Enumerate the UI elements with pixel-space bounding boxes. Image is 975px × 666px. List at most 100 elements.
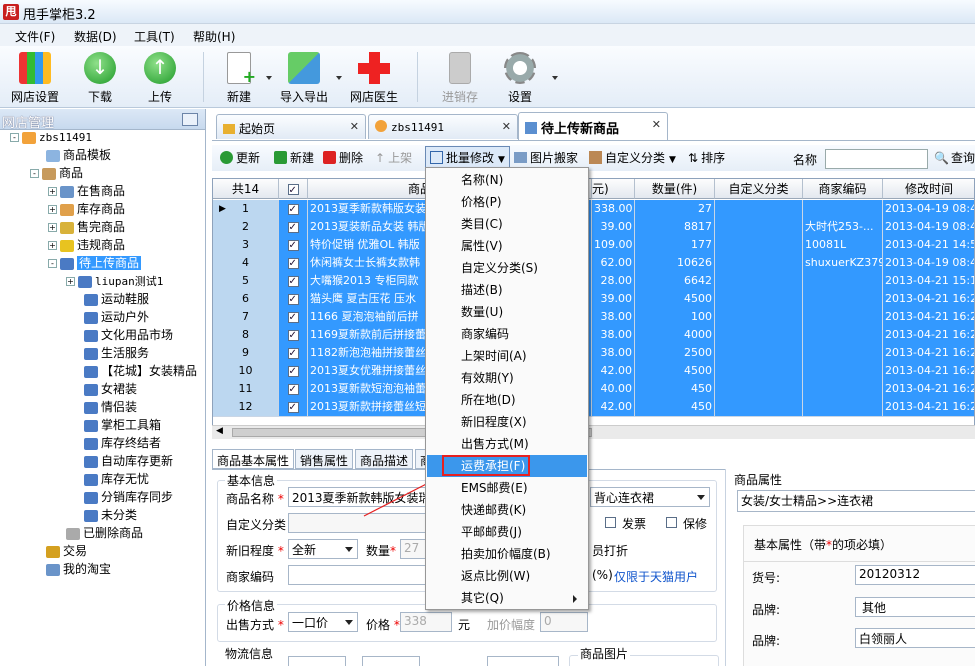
custom-category-cell[interactable] xyxy=(715,218,803,237)
expand-icon[interactable]: + xyxy=(48,187,57,196)
custom-category-cell[interactable] xyxy=(715,290,803,309)
modified-time-cell[interactable]: 2013-04-21 16:24: xyxy=(883,398,974,417)
quantity-cell[interactable]: 6642 xyxy=(635,272,715,291)
row-checkbox[interactable] xyxy=(287,399,299,416)
checkbox-cell[interactable] xyxy=(279,272,308,291)
settings-dropdown-caret[interactable] xyxy=(552,76,558,80)
tree-item[interactable]: 未分类 xyxy=(84,506,137,524)
scroll-left-icon[interactable]: ◀ xyxy=(216,426,223,436)
table-row[interactable]: 3特价促销 优雅OL 韩版109.0017710081L2013-04-21 1… xyxy=(213,236,974,255)
tree-item[interactable]: - 商品 xyxy=(30,164,83,182)
menu-item[interactable]: 其它(Q) xyxy=(427,587,587,609)
merchant-code-cell[interactable] xyxy=(803,272,883,291)
price-input[interactable]: 338 xyxy=(400,612,452,632)
header-modified-time[interactable]: 修改时间 xyxy=(883,179,974,199)
tab-zbs11491[interactable]: zbs11491 ✕ xyxy=(368,114,518,139)
merchant-code-cell[interactable]: shuxuerKZ379 xyxy=(803,254,883,273)
expand-icon[interactable]: + xyxy=(48,241,57,250)
tree-item[interactable]: 分销库存同步 xyxy=(84,488,173,506)
quantity-cell[interactable]: 450 xyxy=(635,398,715,417)
checkbox-cell[interactable] xyxy=(279,254,308,273)
price-cell[interactable]: 38.00 xyxy=(592,308,635,327)
close-icon[interactable]: ✕ xyxy=(502,120,511,133)
row-checkbox[interactable] xyxy=(287,201,299,218)
row-checkbox[interactable] xyxy=(287,273,299,290)
table-row[interactable]: 102013夏女优雅拼接蕾丝42.0045002013-04-21 16:24: xyxy=(213,362,974,381)
merchant-code-cell[interactable] xyxy=(803,398,883,417)
custom-category-cell[interactable] xyxy=(715,398,803,417)
price-cell[interactable]: 39.00 xyxy=(592,218,635,237)
merchant-code-cell[interactable] xyxy=(803,362,883,381)
menu-item[interactable]: 类目(C) xyxy=(427,213,587,235)
table-row[interactable]: 22013夏装新品女装 韩版39.008817大时代253-...2013-04… xyxy=(213,218,974,237)
tree-item[interactable]: 已删除商品 xyxy=(66,524,143,542)
row-number-cell[interactable]: ▶ 1 xyxy=(213,200,279,219)
menu-data[interactable]: 数据(D) xyxy=(74,28,117,45)
row-checkbox[interactable] xyxy=(287,309,299,326)
menu-item[interactable]: 有效期(Y) xyxy=(427,367,587,389)
tab-start-page[interactable]: 起始页 ✕ xyxy=(216,114,366,139)
custom-category-cell[interactable] xyxy=(715,236,803,255)
merchant-code-cell[interactable]: 10081L xyxy=(803,236,883,255)
expand-icon[interactable]: + xyxy=(48,205,57,214)
menu-item[interactable]: 新旧程度(X) xyxy=(427,411,587,433)
checkbox-cell[interactable] xyxy=(279,218,308,237)
close-icon[interactable]: ✕ xyxy=(350,120,359,133)
modified-time-cell[interactable]: 2013-04-21 14:51: xyxy=(883,236,974,255)
modified-time-cell[interactable]: 2013-04-21 16:24: xyxy=(883,308,974,327)
select-all-header[interactable] xyxy=(279,179,308,199)
row-checkbox[interactable] xyxy=(287,255,299,272)
tree-item[interactable]: 女裙装 xyxy=(84,380,137,398)
merchant-code-cell[interactable] xyxy=(803,380,883,399)
menu-item[interactable]: 拍卖加价幅度(B) xyxy=(427,543,587,565)
modified-time-cell[interactable]: 2013-04-21 15:16: xyxy=(883,272,974,291)
custom-category-cell[interactable] xyxy=(715,344,803,363)
menu-item[interactable]: 数量(U) xyxy=(427,301,587,323)
table-row[interactable]: ▶12013夏季新款韩版女装338.00272013-04-19 08:42: xyxy=(213,200,974,219)
inventory-button[interactable]: 进销存 xyxy=(429,48,491,106)
price-cell[interactable]: 28.00 xyxy=(592,272,635,291)
tree-item[interactable]: + 售完商品 xyxy=(48,218,125,236)
sale-mode-select[interactable]: 一口价 xyxy=(288,612,358,632)
row-checkbox[interactable] xyxy=(287,345,299,362)
checkbox-cell[interactable] xyxy=(279,290,308,309)
tree-item[interactable]: 商品模板 xyxy=(46,146,111,164)
price-cell[interactable]: 338.00 xyxy=(592,200,635,219)
tree-item[interactable]: 【花城】女装精品 xyxy=(84,362,197,380)
price-cell[interactable]: 62.00 xyxy=(592,254,635,273)
modified-time-cell[interactable]: 2013-04-21 16:24: xyxy=(883,380,974,399)
header-quantity[interactable]: 数量(件) xyxy=(635,179,715,199)
row-checkbox[interactable] xyxy=(287,363,299,380)
upload-button[interactable]: ↑ 上传 xyxy=(129,48,191,106)
shop-settings-button[interactable]: 网店设置 xyxy=(4,48,66,106)
table-row[interactable]: 5大嘴猴2013 专柜同款28.0066422013-04-21 15:16: xyxy=(213,272,974,291)
tree-item[interactable]: + 违规商品 xyxy=(48,236,125,254)
price-cell[interactable]: 42.00 xyxy=(592,362,635,381)
menu-item[interactable]: 名称(N) xyxy=(427,169,587,191)
row-checkbox[interactable] xyxy=(287,219,299,236)
new-dropdown-caret[interactable] xyxy=(266,76,272,80)
tree-item[interactable]: - 待上传商品 xyxy=(48,254,142,272)
row-checkbox[interactable] xyxy=(287,291,299,308)
table-row[interactable]: 6猫头鹰 夏古压花 压水39.0045002013-04-21 16:24: xyxy=(213,290,974,309)
custom-category-cell[interactable] xyxy=(715,200,803,219)
quantity-cell[interactable]: 450 xyxy=(635,380,715,399)
menu-item[interactable]: 商家编码 xyxy=(427,323,587,345)
row-checkbox[interactable] xyxy=(287,381,299,398)
quantity-cell[interactable]: 100 xyxy=(635,308,715,327)
pin-icon[interactable] xyxy=(182,113,198,126)
quantity-cell[interactable]: 4500 xyxy=(635,290,715,309)
merchant-code-cell[interactable] xyxy=(803,344,883,363)
row-number-cell[interactable]: 11 xyxy=(213,380,279,399)
tree-item[interactable]: 运动户外 xyxy=(84,308,149,326)
logistics-select-1[interactable] xyxy=(288,656,346,666)
markup-input[interactable]: 0 xyxy=(540,612,588,632)
invoice-checkbox[interactable] xyxy=(605,517,616,528)
sku-input[interactable]: 20120312 xyxy=(855,565,975,585)
checkbox-cell[interactable] xyxy=(279,398,308,417)
merchant-code-cell[interactable] xyxy=(803,200,883,219)
tree-item[interactable]: 掌柜工具箱 xyxy=(84,416,161,434)
brand-input-2[interactable]: 白领丽人 xyxy=(855,628,975,648)
quantity-cell[interactable]: 4000 xyxy=(635,326,715,345)
merchant-code-cell[interactable] xyxy=(803,308,883,327)
